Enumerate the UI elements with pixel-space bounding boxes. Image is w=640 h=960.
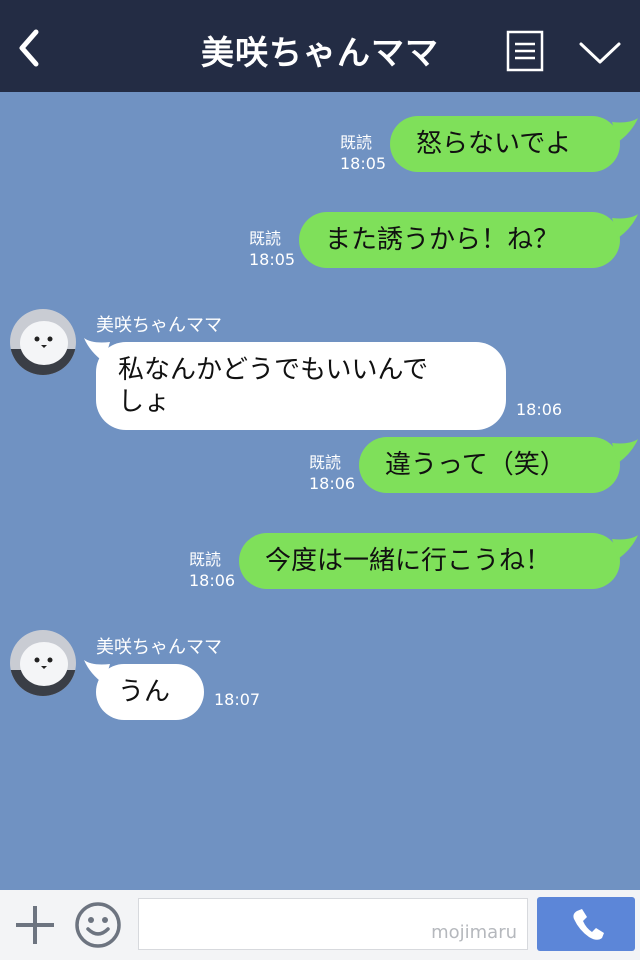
read-receipt: 既読 18:05 <box>340 133 387 173</box>
bubble-tail <box>612 535 638 559</box>
bubble-tail <box>612 439 638 463</box>
chat-area[interactable]: 既読 18:05 怒らないでよ 既読 18:05 また誘うから！ね？ 美咲ちゃんママ… <box>0 92 640 890</box>
phone-icon <box>573 909 604 940</box>
menu-icon[interactable] <box>506 30 544 72</box>
bubble-tail <box>612 214 638 238</box>
outgoing-message-bubble[interactable]: 違うって（笑） <box>359 437 620 493</box>
bubble-tail <box>612 118 638 142</box>
read-receipt: 既読 18:05 <box>249 229 296 269</box>
watermark-text: mojimaru <box>431 922 517 943</box>
chat-title: 美咲ちゃんママ <box>201 33 439 72</box>
incoming-message-bubble[interactable]: 私なんかどうでもいいんで しょ <box>96 342 506 430</box>
avatar[interactable] <box>10 309 76 375</box>
call-button[interactable] <box>537 897 635 951</box>
outgoing-message-bubble[interactable]: 怒らないでよ <box>390 116 620 172</box>
outgoing-message-bubble[interactable]: また誘うから！ね？ <box>299 212 620 268</box>
message-input[interactable]: mojimaru <box>138 898 528 950</box>
plus-icon[interactable] <box>14 904 56 946</box>
sender-name: 美咲ちゃんママ <box>96 315 222 336</box>
sender-name: 美咲ちゃんママ <box>96 637 222 658</box>
message-time: 18:06 <box>516 400 563 419</box>
chevron-down-icon[interactable] <box>578 38 622 68</box>
read-receipt: 既読 18:06 <box>189 550 236 590</box>
message-time: 18:07 <box>214 690 261 709</box>
avatar[interactable] <box>10 630 76 696</box>
chat-header: 美咲ちゃんママ <box>0 0 640 92</box>
smiley-icon[interactable] <box>74 901 122 949</box>
incoming-message-bubble[interactable]: うん <box>96 664 204 720</box>
outgoing-message-bubble[interactable]: 今度は一緒に行こうね！ <box>239 533 620 589</box>
read-receipt: 既読 18:06 <box>309 453 356 493</box>
